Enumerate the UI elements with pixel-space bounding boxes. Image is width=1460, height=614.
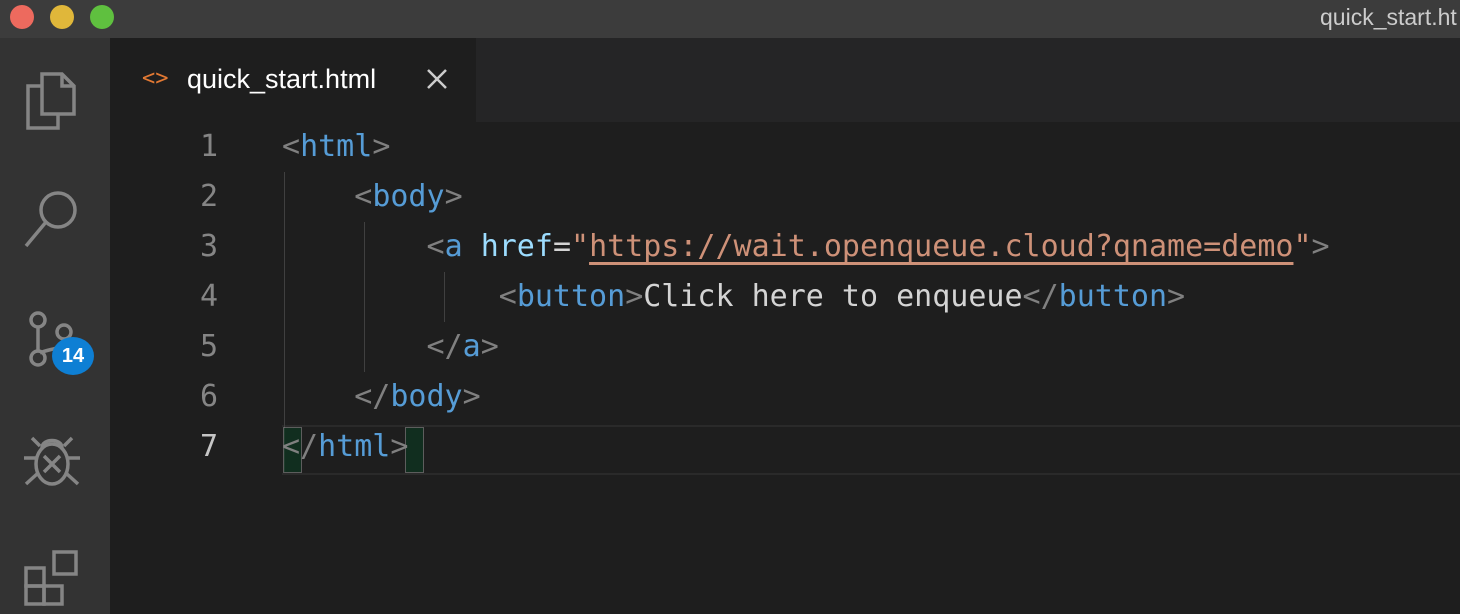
code-token: a	[444, 229, 463, 264]
code-line[interactable]: 6 </body>	[110, 372, 1460, 422]
code-token: </	[426, 329, 463, 364]
code-token: <	[282, 129, 301, 164]
code-token: <	[354, 179, 373, 214]
code-text: </html>	[282, 422, 408, 472]
code-text: <html>	[282, 122, 390, 172]
search-button[interactable]	[20, 188, 84, 252]
code-token: </	[1022, 279, 1059, 314]
code-line[interactable]: 2 <body>	[110, 172, 1460, 222]
activity-bar: 14	[0, 38, 110, 614]
source-control-badge: 14	[52, 337, 94, 375]
code-token: >	[625, 279, 644, 314]
code-token: body	[390, 379, 463, 414]
extensions-icon	[24, 550, 78, 606]
line-number: 4	[199, 279, 218, 314]
code-token: >	[372, 129, 391, 164]
code-token: html	[300, 129, 373, 164]
tab-label: quick_start.html	[187, 64, 377, 94]
code-token: body	[372, 179, 445, 214]
code-token: </	[354, 379, 391, 414]
line-number: 6	[199, 379, 218, 414]
debug-button[interactable]	[20, 428, 84, 492]
code-line[interactable]: 4 <button>Click here to enqueue</button>	[110, 272, 1460, 322]
code-line[interactable]: 1 <html>	[110, 122, 1460, 172]
code-text: <a href="https://wait.openqueue.cloud?qn…	[282, 222, 1330, 272]
code-token: >	[1167, 279, 1186, 314]
code-line[interactable]: 7 </html>	[110, 422, 1460, 472]
code-token: "	[571, 229, 590, 264]
explorer-button[interactable]	[20, 68, 84, 132]
code-token: =	[552, 229, 571, 264]
tab-strip: <> quick_start.html	[110, 38, 1460, 122]
extensions-button[interactable]	[20, 546, 84, 610]
line-number: 7	[199, 429, 218, 464]
code-token: >	[462, 379, 481, 414]
line-number: 1	[199, 129, 218, 164]
code-text: </body>	[282, 372, 481, 422]
code-text: <button>Click here to enqueue</button>	[282, 272, 1185, 322]
code-token: <	[426, 229, 445, 264]
title-bar: quick_start.ht	[0, 0, 1460, 38]
window-minimize-button[interactable]	[50, 5, 74, 29]
files-icon	[26, 72, 76, 130]
code-token: </	[282, 429, 319, 464]
window-close-button[interactable]	[10, 5, 34, 29]
code-token: >	[390, 429, 409, 464]
code-token: https://wait.openqueue.cloud?qname=demo	[589, 229, 1294, 264]
code-token: button	[1058, 279, 1168, 314]
code-text: </a>	[282, 322, 499, 372]
code-text: <body>	[282, 172, 463, 222]
window-maximize-button[interactable]	[90, 5, 114, 29]
window-title: quick_start.ht	[1320, 4, 1457, 30]
code-token: >	[444, 179, 463, 214]
search-icon	[24, 191, 77, 248]
code-token: >	[480, 329, 499, 364]
code-editor[interactable]: 1 <html> 2 <body> 3 <a href="https://wait.o…	[110, 122, 1460, 614]
code-line[interactable]: 5 </a>	[110, 322, 1460, 372]
debug-icon	[24, 436, 80, 486]
code-token: href	[480, 229, 553, 264]
line-number: 5	[199, 329, 218, 364]
code-token: html	[318, 429, 391, 464]
line-number: 2	[199, 179, 218, 214]
code-token: button	[516, 279, 626, 314]
close-icon[interactable]	[422, 64, 452, 94]
tab-quick-start-html[interactable]: <> quick_start.html	[110, 38, 476, 122]
code-token: "	[1293, 229, 1312, 264]
code-token: <	[498, 279, 517, 314]
line-number: 3	[199, 229, 218, 264]
html-file-icon: <>	[142, 66, 169, 91]
code-token: >	[1311, 229, 1330, 264]
code-token: a	[462, 329, 481, 364]
code-line[interactable]: 3 <a href="https://wait.openqueue.cloud?…	[110, 222, 1460, 272]
code-token: Click here to enqueue	[643, 279, 1023, 314]
